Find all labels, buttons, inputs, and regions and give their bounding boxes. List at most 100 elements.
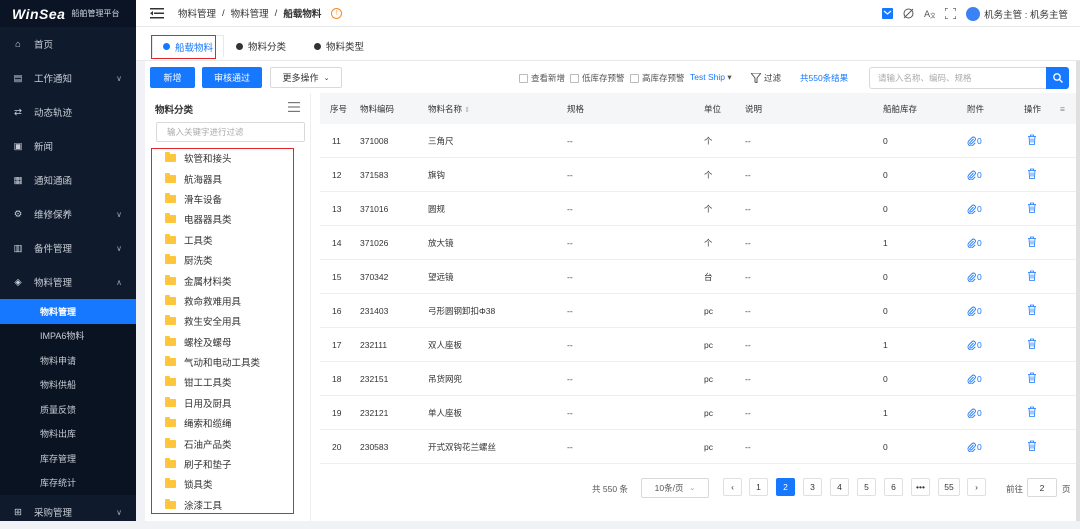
category-item[interactable]: 滑车设备	[153, 189, 299, 209]
table-row[interactable]: 13 371016 圆规 -- 个 -- 0 0	[320, 192, 1080, 226]
category-item[interactable]: 厨洗类	[153, 250, 299, 270]
delete-button[interactable]	[1027, 338, 1037, 351]
more-actions-button[interactable]: 更多操作 ⌄	[270, 67, 342, 88]
delete-button[interactable]	[1027, 406, 1037, 419]
sidebar-item[interactable]: ⌂ 首页	[0, 27, 136, 61]
total-results-link[interactable]: 共550条结果	[800, 72, 848, 84]
table-row[interactable]: 20 230583 开式双钩花兰螺丝 -- pc -- 0 0	[320, 430, 1080, 464]
page-number-button[interactable]: 6	[884, 478, 903, 496]
category-item[interactable]: 救生安全用具	[153, 311, 299, 331]
approve-button[interactable]: 审核通过	[202, 67, 262, 88]
submenu-item[interactable]: 库存管理	[0, 446, 136, 471]
attachment-link[interactable]: 0	[967, 306, 982, 316]
table-row[interactable]: 19 232121 单人座板 -- pc -- 1 0	[320, 396, 1080, 430]
search-button[interactable]	[1046, 67, 1069, 89]
translate-icon[interactable]: A文	[924, 8, 935, 19]
submenu-item[interactable]: 库存统计	[0, 471, 136, 496]
sidebar-item[interactable]: ▥ 备件管理 ∨	[0, 231, 136, 265]
collapse-menu-icon[interactable]	[150, 7, 164, 19]
attachment-link[interactable]: 0	[967, 170, 982, 180]
attachment-link[interactable]: 0	[967, 340, 982, 350]
breadcrumb-item[interactable]: 物料管理	[231, 6, 269, 20]
list-icon[interactable]	[288, 102, 300, 112]
user-menu[interactable]: 机务主管 : 机务主管	[966, 6, 1068, 21]
delete-button[interactable]	[1027, 236, 1037, 249]
table-row[interactable]: 15 370342 望远镜 -- 台 -- 0 0	[320, 260, 1080, 294]
tab-material-category[interactable]: 物料分类	[226, 35, 296, 57]
info-icon[interactable]: !	[331, 7, 343, 19]
location-off-icon[interactable]	[903, 8, 914, 19]
submenu-item[interactable]: 物料出库	[0, 422, 136, 447]
attachment-link[interactable]: 0	[967, 136, 982, 146]
search-input[interactable]	[878, 71, 1048, 85]
sort-icon[interactable]: ⇕	[464, 107, 470, 114]
attachment-link[interactable]: 0	[967, 272, 982, 282]
sidebar-item[interactable]: ⊞ 采购管理 ∨	[0, 495, 136, 529]
delete-button[interactable]	[1027, 168, 1037, 181]
checkbox-view-new[interactable]: 查看新增	[519, 72, 565, 84]
attachment-link[interactable]: 0	[967, 204, 982, 214]
page-number-button[interactable]: 5	[857, 478, 876, 496]
attachment-link[interactable]: 0	[967, 442, 982, 452]
delete-button[interactable]	[1027, 372, 1037, 385]
fullscreen-icon[interactable]	[945, 8, 957, 19]
sidebar-item[interactable]: ⇄ 动态轨迹	[0, 95, 136, 129]
delete-button[interactable]	[1027, 202, 1037, 215]
delete-button[interactable]	[1027, 270, 1037, 283]
header-name[interactable]: 物料名称 ⇕	[428, 103, 470, 115]
tab-ship-materials[interactable]: 船载物料	[152, 35, 225, 57]
tab-material-type[interactable]: 物料类型	[304, 35, 374, 57]
category-item[interactable]: 工具类	[153, 230, 299, 250]
category-item[interactable]: 绳索和缆绳	[153, 413, 299, 433]
page-number-button[interactable]: 3	[803, 478, 822, 496]
page-ellipsis[interactable]: •••	[911, 478, 930, 496]
attachment-link[interactable]: 0	[967, 408, 982, 418]
submenu-item[interactable]: 物料供船	[0, 373, 136, 398]
submenu-item[interactable]: 物料申请	[0, 348, 136, 373]
goto-page-input[interactable]: 2	[1027, 478, 1057, 497]
category-item[interactable]: 软管和接头	[153, 148, 299, 168]
category-item[interactable]: 电器器具类	[153, 209, 299, 229]
category-item[interactable]: 金属材料类	[153, 270, 299, 290]
table-row[interactable]: 14 371026 放大镜 -- 个 -- 1 0	[320, 226, 1080, 260]
page-number-button[interactable]: 1	[749, 478, 768, 496]
checkbox-high-stock[interactable]: 高库存预警	[630, 72, 685, 84]
table-row[interactable]: 12 371583 旗钩 -- 个 -- 0 0	[320, 158, 1080, 192]
page-scrollbar[interactable]	[1076, 61, 1080, 521]
delete-button[interactable]	[1027, 304, 1037, 317]
sidebar-item[interactable]: ▤ 工作通知 ∨	[0, 61, 136, 95]
page-number-button[interactable]: 2	[776, 478, 795, 496]
submenu-item[interactable]: 物料管理	[0, 299, 136, 324]
ship-select[interactable]: Test Ship ▾	[690, 72, 732, 83]
sidebar-item[interactable]: ◈ 物料管理 ∧	[0, 265, 136, 299]
sidebar-item[interactable]: ▦ 通知通函	[0, 163, 136, 197]
category-item[interactable]: 石油产品类	[153, 433, 299, 453]
table-row[interactable]: 17 232111 双人座板 -- pc -- 1 0	[320, 328, 1080, 362]
page-number-button[interactable]: 4	[830, 478, 849, 496]
attachment-link[interactable]: 0	[967, 238, 982, 248]
filter-button[interactable]: 过滤	[751, 72, 781, 84]
category-item[interactable]: 日用及厨具	[153, 393, 299, 413]
column-settings-icon[interactable]: ≡	[1060, 104, 1065, 114]
attachment-link[interactable]: 0	[967, 374, 982, 384]
category-item[interactable]: 气动和电动工具类	[153, 352, 299, 372]
add-button[interactable]: 新增	[150, 67, 195, 88]
sidebar-item[interactable]: ⚙ 维修保养 ∨	[0, 197, 136, 231]
table-row[interactable]: 18 232151 吊货网兜 -- pc -- 0 0	[320, 362, 1080, 396]
breadcrumb-item[interactable]: 物料管理	[178, 6, 216, 20]
category-item[interactable]: 钳工工具类	[153, 372, 299, 392]
table-row[interactable]: 11 371008 三角尺 -- 个 -- 0 0	[320, 124, 1080, 158]
submenu-item[interactable]: 质量反馈	[0, 397, 136, 422]
page-size-select[interactable]: 10条/页 ⌄	[641, 478, 709, 498]
category-item[interactable]: 航海器具	[153, 168, 299, 188]
next-page-button[interactable]: ›	[967, 478, 986, 496]
category-item[interactable]: 螺栓及螺母	[153, 332, 299, 352]
checkbox-low-stock[interactable]: 低库存预警	[570, 72, 625, 84]
mail-icon[interactable]	[882, 8, 894, 19]
category-filter-input[interactable]	[157, 123, 304, 141]
delete-button[interactable]	[1027, 134, 1037, 147]
table-row[interactable]: 16 231403 弓形圆钢卸扣Φ38 -- pc -- 0 0	[320, 294, 1080, 328]
submenu-item[interactable]: IMPA6物料	[0, 324, 136, 349]
page-number-button[interactable]: 55	[938, 478, 960, 496]
delete-button[interactable]	[1027, 440, 1037, 453]
